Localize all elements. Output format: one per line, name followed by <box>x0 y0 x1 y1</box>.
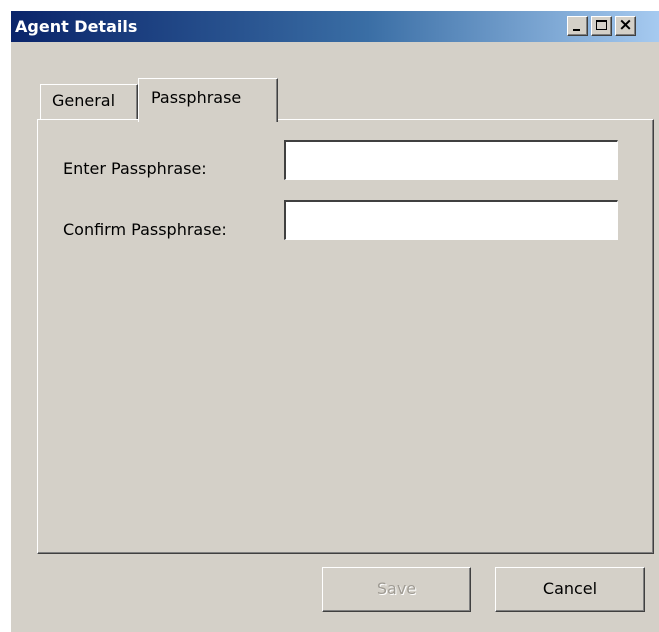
maximize-button[interactable] <box>591 16 612 36</box>
window-title: Agent Details <box>15 17 138 36</box>
tab-passphrase[interactable]: Passphrase <box>138 78 278 122</box>
save-button[interactable]: Save <box>322 567 471 612</box>
maximize-icon <box>596 20 607 30</box>
cancel-button[interactable]: Cancel <box>495 567 645 612</box>
close-button[interactable]: × <box>615 15 636 36</box>
passphrase-panel <box>37 119 654 554</box>
close-icon: × <box>618 15 633 35</box>
title-bar[interactable]: Agent Details × <box>11 11 659 42</box>
minimize-icon <box>573 29 580 31</box>
tab-general[interactable]: General <box>40 84 138 119</box>
agent-details-window: Agent Details × General Passphrase Enter… <box>11 11 659 632</box>
minimize-button[interactable] <box>567 16 588 36</box>
